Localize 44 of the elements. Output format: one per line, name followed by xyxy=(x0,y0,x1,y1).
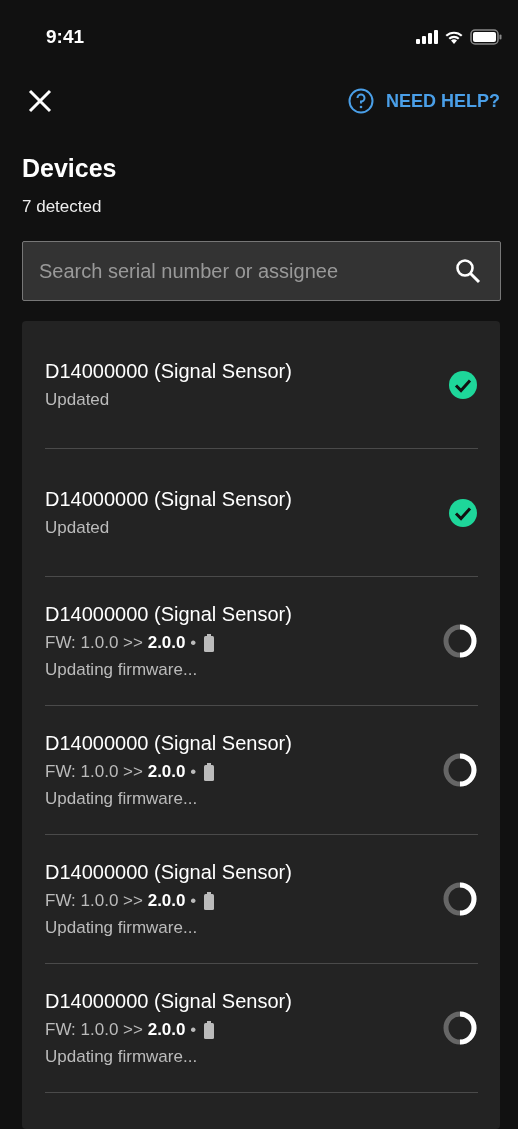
device-item[interactable]: D14000000 (Signal Sensor) FW: 1.0.0 >> 2.0.0 • Updating firmware... xyxy=(45,964,478,1093)
firmware-version: FW: 1.0.0 >> 2.0.0 • xyxy=(45,632,197,653)
page-title: Devices xyxy=(22,154,118,183)
spinner-icon xyxy=(442,623,478,659)
device-item[interactable]: D14000000 (Signal Sensor) FW: 1.0.0 >> 2.0.0 • Updating firmware... xyxy=(45,577,478,706)
close-button[interactable] xyxy=(28,89,52,113)
help-button[interactable]: NEED HELP? xyxy=(348,88,500,114)
search-field[interactable]: Search serial number or assignee xyxy=(22,241,501,301)
device-status: Updated xyxy=(45,389,111,410)
spinner-icon xyxy=(442,752,478,788)
status-time: 9:41 xyxy=(46,26,85,48)
device-status: Updating firmware... xyxy=(45,917,199,938)
device-item[interactable]: D14000000 (Signal Sensor) FW: 1.0.0 >> 2.0.0 • Updating firmware... xyxy=(45,835,478,964)
signal-icon xyxy=(416,30,438,44)
firmware-version: FW: 1.0.0 >> 2.0.0 • xyxy=(45,1019,197,1040)
device-name: D14000000 (Signal Sensor) xyxy=(45,860,292,884)
device-name: D14000000 (Signal Sensor) xyxy=(45,487,292,511)
device-name: D14000000 (Signal Sensor) xyxy=(45,731,292,755)
battery-icon xyxy=(204,1020,215,1039)
battery-icon xyxy=(204,891,215,910)
firmware-version: FW: 1.0.0 >> 2.0.0 • xyxy=(45,890,197,911)
device-item[interactable]: D14000000 (Signal Sensor) Updated xyxy=(45,321,478,449)
device-name: D14000000 (Signal Sensor) xyxy=(45,602,292,626)
device-item[interactable]: D14000000 (Signal Sensor) FW: 1.0.0 >> 2.0.0 • Updating firmware... xyxy=(45,706,478,835)
firmware-version: FW: 1.0.0 >> 2.0.0 • xyxy=(45,761,197,782)
battery-icon xyxy=(204,633,215,652)
help-icon xyxy=(348,88,374,114)
check-icon xyxy=(448,497,478,528)
check-icon xyxy=(448,369,478,400)
search-icon xyxy=(455,258,481,284)
device-status: Updating firmware... xyxy=(45,788,199,809)
wifi-icon xyxy=(444,30,464,44)
battery-icon xyxy=(470,29,502,45)
spinner-icon xyxy=(442,881,478,917)
close-icon xyxy=(28,89,52,113)
device-status: Updating firmware... xyxy=(45,1046,199,1067)
battery-icon xyxy=(204,762,215,781)
spinner-icon xyxy=(442,1010,478,1046)
device-name: D14000000 (Signal Sensor) xyxy=(45,989,292,1013)
device-count: 7 detected xyxy=(22,197,103,217)
device-name: D14000000 (Signal Sensor) xyxy=(45,359,292,383)
device-item[interactable]: D14000000 (Signal Sensor) Updated xyxy=(45,449,478,577)
device-status: Updating firmware... xyxy=(45,659,199,680)
device-status: Updated xyxy=(45,517,111,538)
